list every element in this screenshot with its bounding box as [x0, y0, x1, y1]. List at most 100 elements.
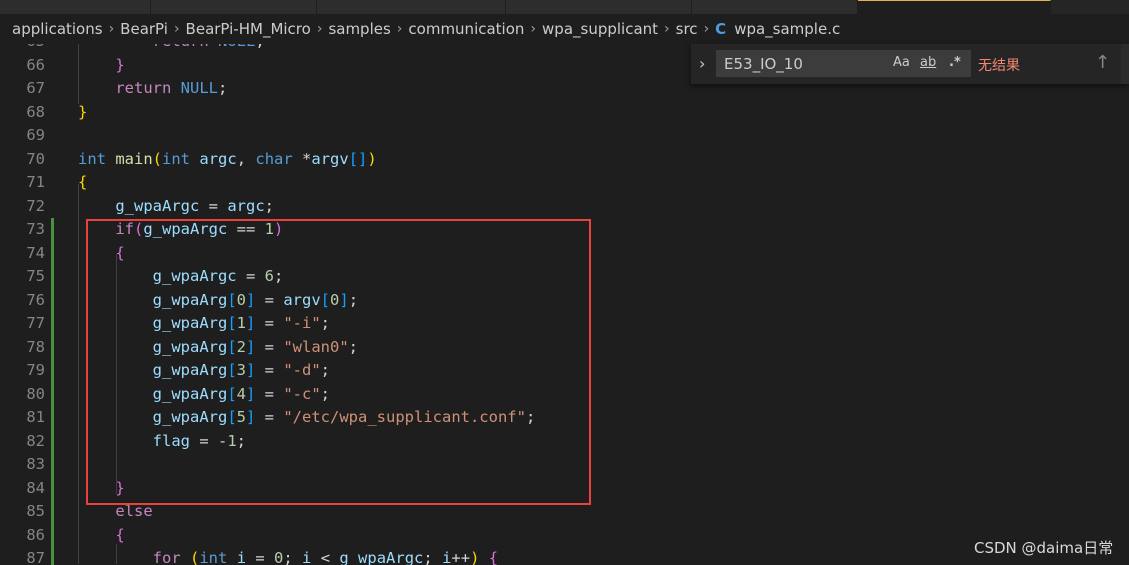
line-number: 68	[26, 102, 45, 121]
code-line[interactable]: 79 g_wpaArg[3] = "-d";	[0, 359, 1129, 383]
line-number: 80	[26, 384, 45, 403]
code-text: }	[115, 55, 125, 74]
chevron-right-icon: ›	[664, 21, 670, 37]
breadcrumb-file[interactable]: wpa_sample.c	[734, 20, 840, 38]
editor-tab[interactable]	[506, 0, 692, 14]
code-line[interactable]: 86 {	[0, 524, 1129, 548]
line-number: 86	[26, 525, 45, 544]
line-number: 69	[26, 126, 45, 144]
editor-tab[interactable]	[317, 0, 506, 14]
code-line[interactable]: 69	[0, 124, 1129, 148]
code-text: flag = -1;	[152, 431, 246, 450]
code-line[interactable]: 76 g_wpaArg[0] = argv[0];	[0, 289, 1129, 313]
line-number: 79	[26, 361, 45, 379]
code-line[interactable]: 74 {	[0, 242, 1129, 266]
regex-icon[interactable]: .*	[949, 55, 961, 70]
indent-guide	[78, 184, 79, 564]
code-text: if(g_wpaArgc == 1)	[115, 220, 284, 238]
line-number: 77	[26, 314, 45, 332]
breadcrumb-item[interactable]: communication	[408, 20, 524, 38]
code-line[interactable]: 78 g_wpaArg[2] = "wlan0";	[0, 336, 1129, 360]
indent-guide	[116, 544, 117, 564]
code-line[interactable]: 82 flag = -1;	[0, 430, 1129, 454]
code-line[interactable]: 83	[0, 453, 1129, 477]
indent-guide	[116, 254, 117, 494]
code-line[interactable]: 77 g_wpaArg[1] = "-i";	[0, 312, 1129, 336]
code-line[interactable]: 71 {	[0, 171, 1129, 195]
code-text: else	[115, 502, 153, 520]
line-number: 81	[26, 408, 45, 426]
code-text: {	[78, 173, 88, 191]
code-text: }	[78, 102, 88, 121]
arrow-up-icon[interactable]: ↑	[1095, 52, 1110, 73]
code-line[interactable]: 73 if(g_wpaArgc == 1)	[0, 218, 1129, 242]
breadcrumb-item[interactable]: BearPi	[120, 20, 168, 38]
breadcrumb-item[interactable]: BearPi-HM_Micro	[186, 20, 311, 38]
code-line[interactable]: 70 int main(int argc, char *argv[])	[0, 148, 1129, 172]
code-text: for (int i = 0; i < g_wpaArgc; i++) {	[152, 549, 499, 565]
find-widget: › Aa ab .* 无结果 ↑	[691, 44, 1129, 84]
indent-guide	[78, 44, 79, 104]
code-line[interactable]: 87 for (int i = 0; i < g_wpaArgc; i++) {	[0, 547, 1129, 565]
line-number: 83	[26, 455, 45, 473]
whole-word-icon[interactable]: ab	[920, 55, 936, 70]
chevron-right-icon: ›	[396, 21, 403, 37]
line-number: 85	[26, 502, 45, 520]
line-number: 66	[26, 55, 45, 74]
code-text: {	[115, 525, 125, 544]
c-file-icon: C	[715, 20, 727, 38]
chevron-right-icon: ›	[316, 21, 323, 37]
editor-tab[interactable]	[151, 0, 317, 14]
chevron-right-icon: ›	[173, 21, 180, 37]
editor-tab-active[interactable]	[858, 0, 1051, 14]
code-editor[interactable]: 65 return NULL;66 }67 return NULL;68}697…	[0, 44, 1129, 565]
code-line[interactable]: 84 }	[0, 477, 1129, 501]
line-number: 71	[26, 173, 45, 191]
chevron-right-icon: ›	[703, 21, 710, 37]
code-line[interactable]: 72 g_wpaArgc = argc;	[0, 195, 1129, 219]
code-text: return NULL;	[115, 79, 228, 97]
line-number: 72	[26, 196, 45, 215]
code-text: g_wpaArg[5] = "/etc/wpa_supplicant.conf"…	[152, 408, 536, 426]
code-text: g_wpaArgc = argc;	[115, 196, 274, 215]
line-number: 76	[26, 290, 45, 309]
line-number: 75	[26, 267, 45, 285]
chevron-right-icon[interactable]: ›	[699, 54, 705, 73]
line-number: 65	[0, 44, 45, 54]
chevron-right-icon: ›	[108, 21, 115, 37]
line-number: 82	[26, 431, 45, 450]
match-case-icon[interactable]: Aa	[893, 55, 910, 70]
line-number: 73	[26, 220, 45, 238]
breadcrumb-item[interactable]: samples	[328, 20, 390, 38]
chevron-right-icon: ›	[530, 21, 537, 37]
code-text: return NULL;	[78, 44, 265, 54]
code-line[interactable]: 85 else	[0, 500, 1129, 524]
line-number: 67	[26, 79, 45, 97]
breadcrumb-item[interactable]: wpa_supplicant	[542, 20, 658, 38]
code-text: }	[115, 478, 125, 497]
breadcrumb-item[interactable]: applications	[12, 20, 103, 38]
editor-tab[interactable]	[692, 0, 858, 14]
find-result-text: 无结果	[978, 58, 1020, 74]
editor-tab-strip	[0, 0, 1129, 14]
code-text: g_wpaArg[0] = argv[0];	[152, 290, 359, 309]
line-number: 84	[26, 478, 45, 497]
code-line[interactable]: 68}	[0, 101, 1129, 125]
code-line[interactable]: 75 g_wpaArgc = 6;	[0, 265, 1129, 289]
line-number: 78	[26, 337, 45, 356]
code-text: int main(int argc, char *argv[])	[78, 149, 377, 168]
line-number: 87	[26, 549, 45, 565]
code-text: g_wpaArg[2] = "wlan0";	[152, 337, 359, 356]
find-widget-edge	[1121, 44, 1129, 84]
editor-tab[interactable]	[0, 0, 151, 14]
code-line[interactable]: 81 g_wpaArg[5] = "/etc/wpa_supplicant.co…	[0, 406, 1129, 430]
git-change-indicator[interactable]	[51, 218, 54, 565]
code-line[interactable]: 80 g_wpaArg[4] = "-c";	[0, 383, 1129, 407]
breadcrumb-item[interactable]: src	[676, 20, 698, 38]
line-number: 70	[26, 149, 45, 168]
code-text: {	[115, 243, 125, 262]
line-number: 74	[26, 243, 45, 262]
code-text: g_wpaArgc = 6;	[152, 267, 284, 285]
watermark: CSDN @daima日常	[974, 539, 1114, 557]
breadcrumb: applications › BearPi › BearPi-HM_Micro …	[0, 14, 1129, 44]
